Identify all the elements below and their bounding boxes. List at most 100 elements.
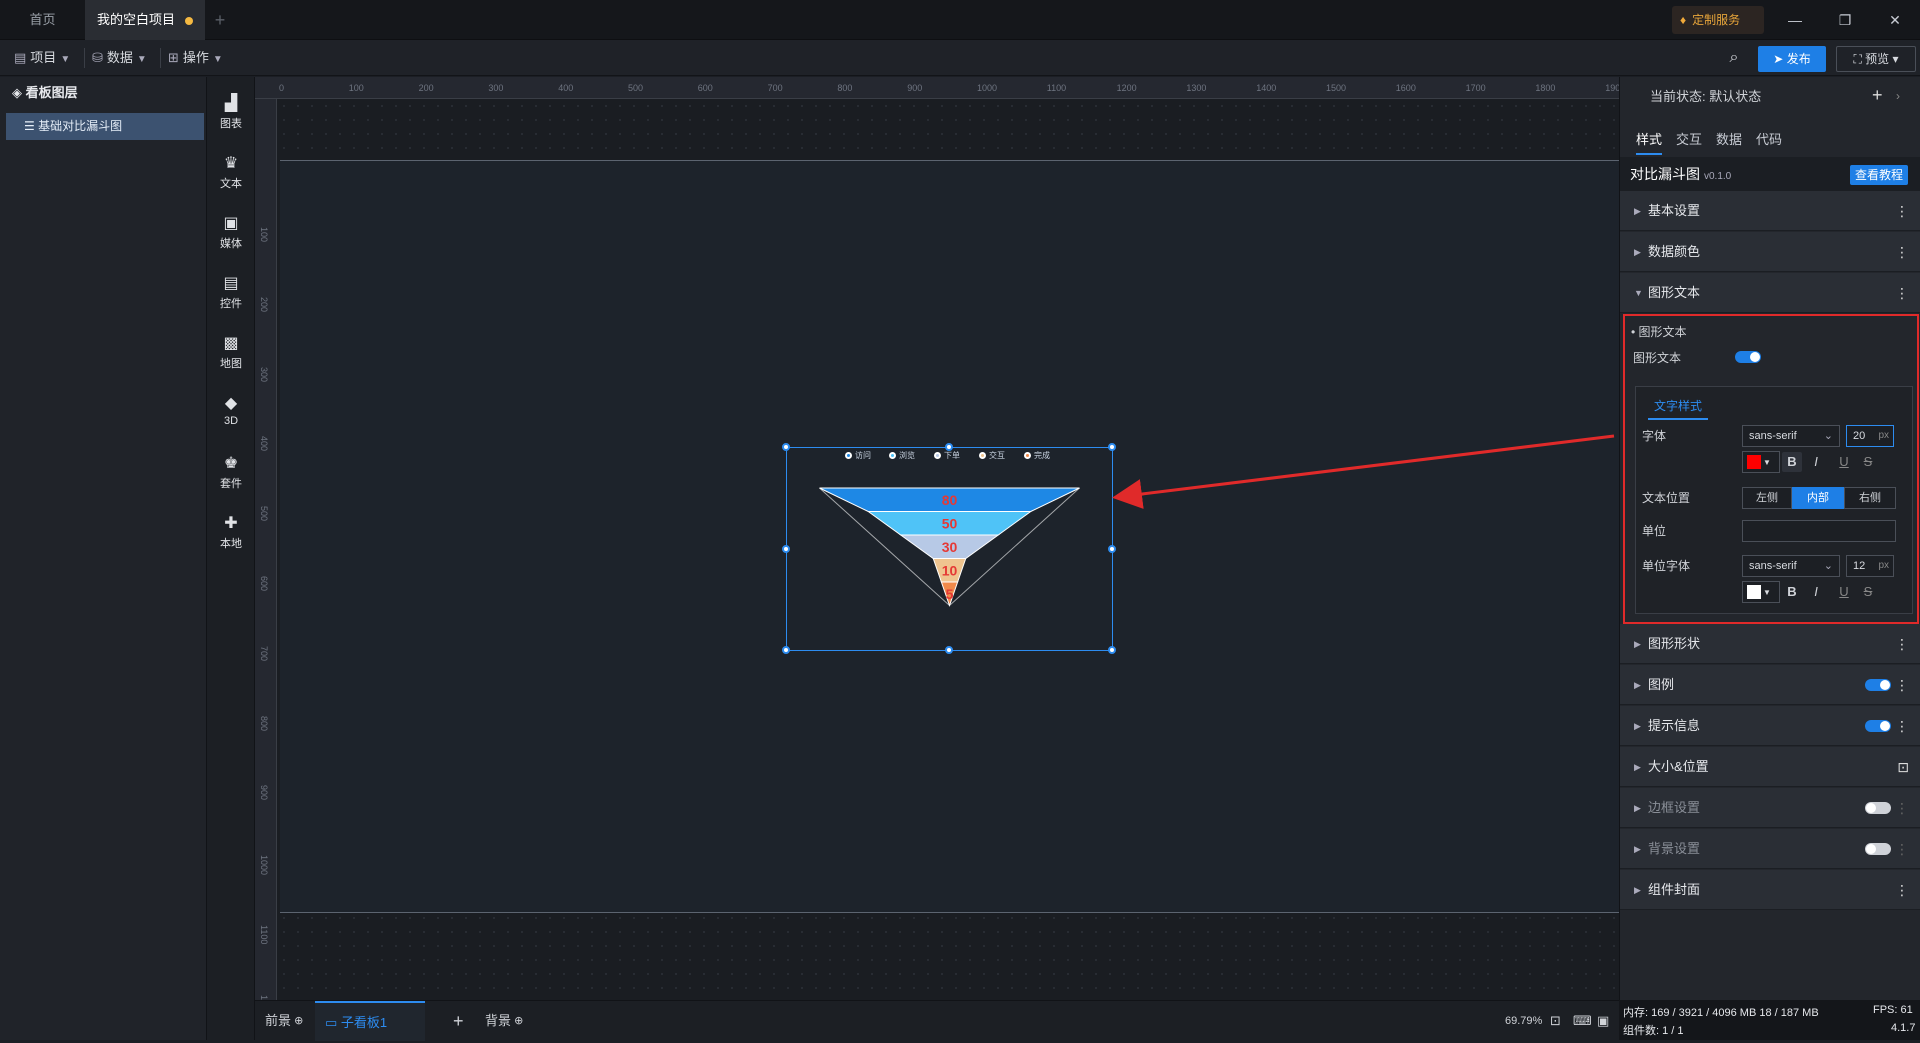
sidebar-item-control[interactable]: ▤ 控件 [207, 267, 255, 317]
italic-button[interactable]: I [1806, 582, 1826, 602]
menu-data[interactable]: ⛁ 数据 ▼ [92, 40, 147, 76]
publish-button[interactable]: ➤ 发布 [1758, 46, 1826, 72]
resize-handle[interactable] [1108, 646, 1116, 654]
tutorial-button[interactable]: 查看教程 [1850, 165, 1908, 185]
font-select[interactable]: sans-serif ⌄ [1742, 425, 1840, 447]
layer-item[interactable]: ☰ 基础对比漏斗图 [6, 113, 204, 140]
background-layer-tab[interactable]: 背景 ⊕ [485, 1001, 523, 1041]
more-icon[interactable]: ⋮ [1895, 870, 1909, 910]
add-state-icon[interactable]: + [1872, 85, 1883, 106]
preview-button[interactable]: ⛶ 预览 ▾ [1836, 46, 1916, 72]
section-size-position[interactable]: ▶ 大小&位置 ⊡ [1620, 747, 1920, 787]
zoom-level[interactable]: 69.79% [1505, 1001, 1542, 1041]
unit-font-select[interactable]: sans-serif ⌄ [1742, 555, 1840, 577]
bold-button[interactable]: B [1782, 582, 1802, 602]
sidebar-item-map[interactable]: ▩ 地图 [207, 327, 255, 377]
restore-button[interactable]: ❐ [1820, 0, 1870, 40]
font-color-picker[interactable]: ▼ [1742, 451, 1780, 473]
add-subboard-button[interactable]: + [453, 1001, 464, 1041]
position-left[interactable]: 左侧 [1742, 487, 1792, 509]
ruler-tick-label: 1000 [977, 83, 998, 93]
unit-font-color-picker[interactable]: ▼ [1742, 581, 1780, 603]
selection-box[interactable] [782, 443, 1116, 654]
tab-home[interactable]: 首页 [0, 0, 85, 40]
unit-font-size-input[interactable]: 12 px [1846, 555, 1894, 577]
close-button[interactable]: ✕ [1870, 0, 1920, 40]
tab-text-style[interactable]: 文字样式 [1648, 395, 1709, 420]
more-icon[interactable]: ⋮ [1895, 706, 1909, 746]
chevron-down-icon: ⌄ [1823, 560, 1833, 572]
more-icon[interactable]: ⋮ [1895, 273, 1909, 313]
resize-handle[interactable] [782, 646, 790, 654]
background-toggle[interactable] [1865, 843, 1891, 855]
border-toggle[interactable] [1865, 802, 1891, 814]
ruler-tick-label: 1000 [259, 855, 269, 876]
tab-interaction[interactable]: 交互 [1676, 125, 1702, 155]
resize-handle[interactable] [782, 443, 790, 451]
tab-code[interactable]: 代码 [1756, 125, 1782, 155]
strike-button[interactable]: S [1858, 452, 1878, 472]
more-icon[interactable]: ⋮ [1895, 191, 1909, 231]
more-icon[interactable]: ⋮ [1895, 665, 1909, 705]
section-data-color[interactable]: ▶ 数据颜色 ⋮ [1620, 232, 1920, 272]
font-size-input[interactable]: 20 px [1846, 425, 1894, 447]
position-right[interactable]: 右侧 [1844, 487, 1896, 509]
subboard-tab[interactable]: ▭ 子看板1 [315, 1001, 425, 1041]
search-icon[interactable]: ⌕ [1722, 46, 1746, 70]
caret-right-icon: ▶ [1634, 639, 1641, 649]
sidebar-item-text[interactable]: ♛ 文本 [207, 147, 255, 197]
more-icon[interactable]: ⋮ [1895, 788, 1909, 828]
resize-handle[interactable] [945, 646, 953, 654]
italic-button[interactable]: I [1806, 452, 1826, 472]
chevron-down-icon: ▼ [136, 54, 147, 65]
tab-data[interactable]: 数据 [1716, 125, 1742, 155]
ruler-tick-label: 900 [907, 83, 923, 93]
minimize-button[interactable]: — [1770, 0, 1820, 40]
caret-down-icon: ▼ [1763, 458, 1771, 467]
menu-project[interactable]: ▤ 项目 ▼ [14, 40, 70, 76]
sidebar-item-media[interactable]: ▣ 媒体 [207, 207, 255, 257]
section-background[interactable]: ▶ 背景设置 ⋮ [1620, 829, 1920, 869]
menu-operate[interactable]: ⊞ 操作 ▼ [168, 40, 223, 76]
keyboard-icon[interactable]: ⌨ [1573, 1001, 1592, 1041]
text-icon: ♛ [223, 155, 239, 172]
tab-project[interactable]: 我的空白项目 [85, 0, 205, 40]
position-inside[interactable]: 内部 [1792, 487, 1844, 509]
sidebar-item-3d[interactable]: ◆ 3D [207, 387, 255, 437]
more-icon[interactable]: ⋮ [1895, 829, 1909, 869]
resize-handle[interactable] [945, 443, 953, 451]
ruler-tick-label: 1300 [1186, 83, 1207, 93]
ruler-tick-label: 800 [259, 715, 269, 731]
section-basic[interactable]: ▶ 基本设置 ⋮ [1620, 191, 1920, 231]
front-layer-tab[interactable]: 前景 ⊕ [265, 1001, 303, 1041]
tooltip-toggle[interactable] [1865, 720, 1891, 732]
section-graph-text[interactable]: ▼ 图形文本 ⋮ [1620, 273, 1920, 313]
more-icon[interactable]: ⋮ [1895, 624, 1909, 664]
graph-text-toggle[interactable] [1735, 351, 1761, 363]
terminal-icon[interactable]: ▣ [1597, 1001, 1609, 1041]
fit-screen-icon[interactable]: ⊡ [1550, 1001, 1561, 1041]
resize-handle[interactable] [1108, 545, 1116, 553]
strike-button[interactable]: S [1858, 582, 1878, 602]
sidebar-item-chart[interactable]: ▟ 图表 [207, 87, 255, 137]
add-tab-button[interactable]: + [205, 0, 235, 40]
resize-handle[interactable] [782, 545, 790, 553]
section-tooltip[interactable]: ▶ 提示信息 ⋮ [1620, 706, 1920, 746]
underline-button[interactable]: U [1834, 452, 1854, 472]
section-legend[interactable]: ▶ 图例 ⋮ [1620, 665, 1920, 705]
tab-style[interactable]: 样式 [1636, 125, 1663, 155]
section-graph-shape[interactable]: ▶ 图形形状 ⋮ [1620, 624, 1920, 664]
legend-toggle[interactable] [1865, 679, 1891, 691]
unit-input[interactable] [1742, 520, 1896, 542]
ruler-tick-label: 600 [259, 576, 269, 592]
lock-icon[interactable]: ⊡ [1897, 747, 1909, 787]
chevron-right-icon[interactable]: › [1896, 89, 1900, 103]
section-cover[interactable]: ▶ 组件封面 ⋮ [1620, 870, 1920, 910]
more-icon[interactable]: ⋮ [1895, 232, 1909, 272]
section-border[interactable]: ▶ 边框设置 ⋮ [1620, 788, 1920, 828]
sidebar-item-suite[interactable]: ♚ 套件 [207, 447, 255, 497]
underline-button[interactable]: U [1834, 582, 1854, 602]
custom-service-button[interactable]: ♦ 定制服务 [1672, 6, 1764, 34]
bold-button[interactable]: B [1782, 452, 1802, 472]
sidebar-item-local[interactable]: ✚ 本地 [207, 507, 255, 557]
